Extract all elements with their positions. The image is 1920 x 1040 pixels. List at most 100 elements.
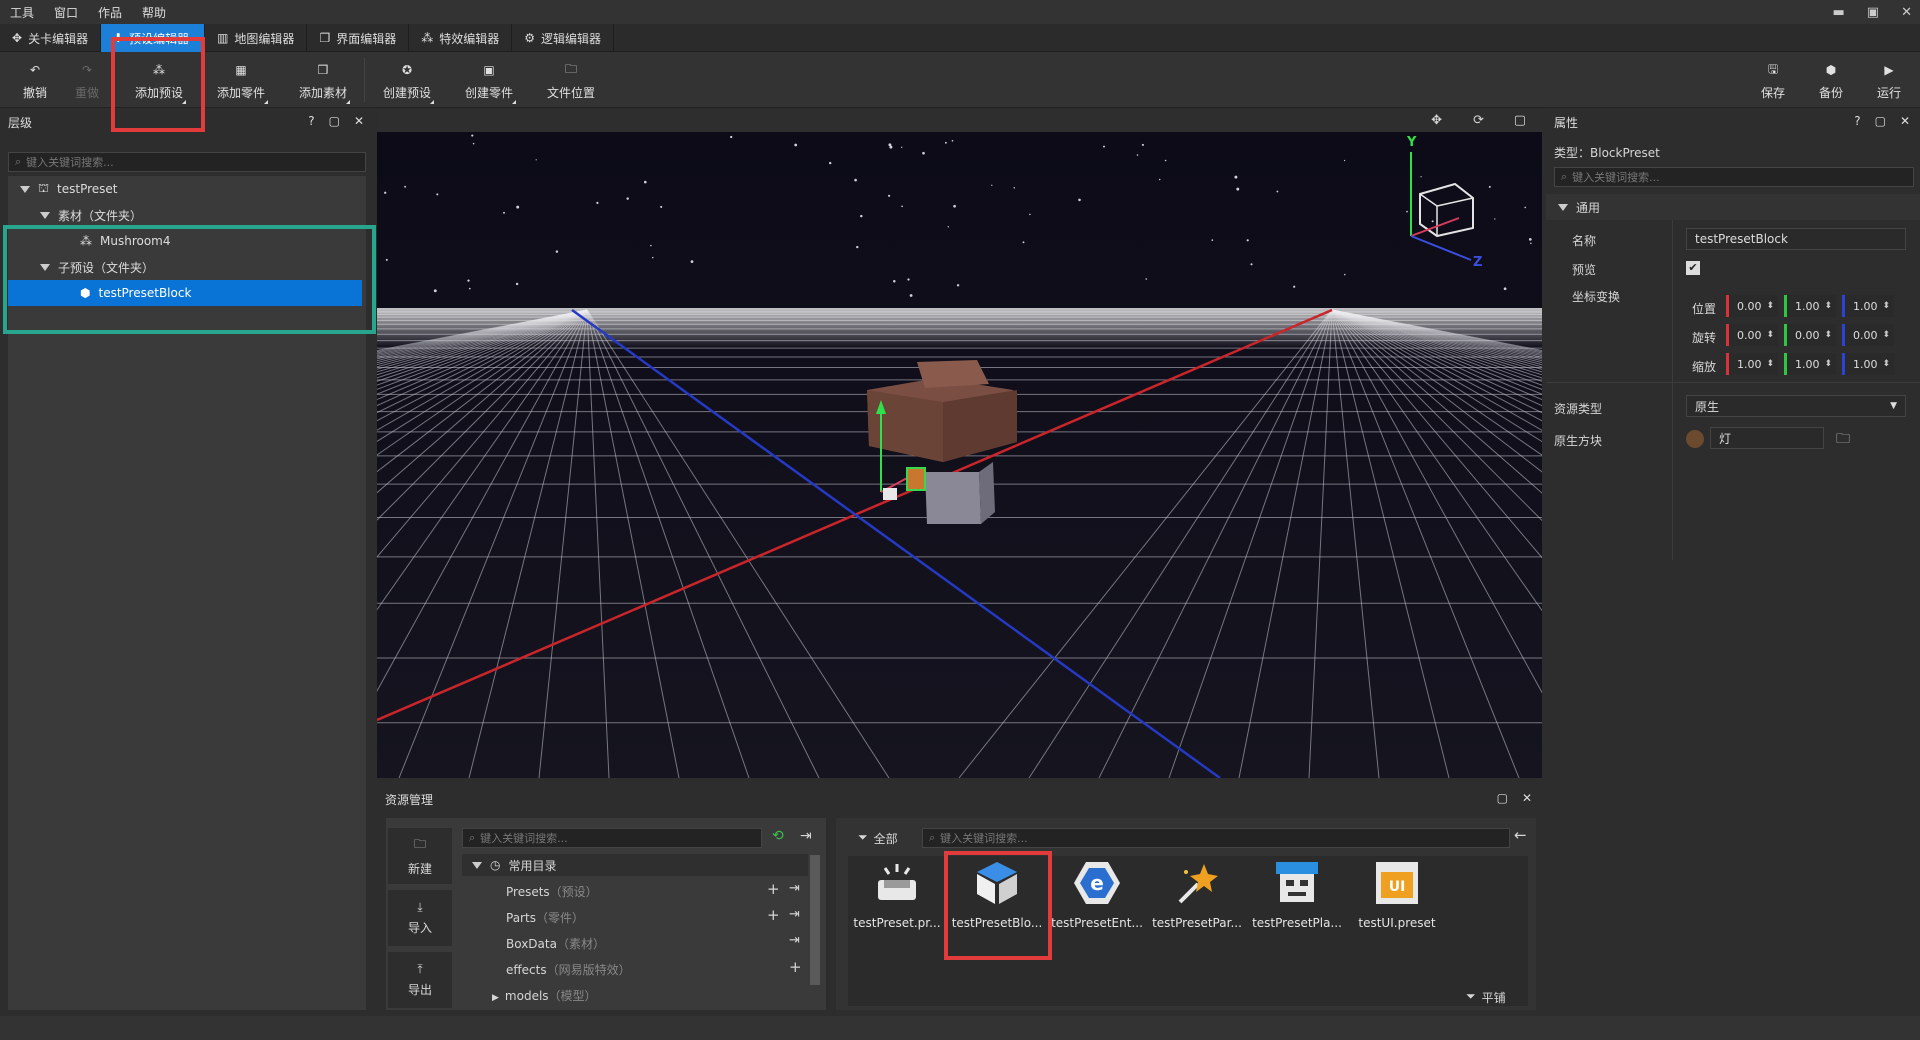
add-icon[interactable]: + [767,906,780,924]
maximize-viewport-icon[interactable]: ▢ [1514,113,1526,128]
tree-item-boxdata[interactable]: BoxData（素材） [506,935,605,952]
spin-icon[interactable]: ⬍ [1882,301,1890,311]
rotation-y-field[interactable]: 0.00 ⬍ [1784,324,1836,346]
move-tool-icon[interactable]: ✥ [1431,113,1442,128]
position-z-field[interactable]: 1.00 ⬍ [1842,295,1894,317]
spin-icon[interactable]: ⬍ [1766,330,1774,340]
close-icon[interactable]: ✕ [1900,114,1910,128]
spin-icon[interactable]: ⬍ [1766,301,1774,311]
expand-right-icon: ▶ [492,993,499,1003]
help-icon[interactable]: ? [308,114,314,128]
flat-view-toggle[interactable]: ⏷ 平铺 [1466,989,1506,1006]
menu-help[interactable]: 帮助 [132,4,176,21]
folder-icon[interactable]: 🗀 [1836,428,1850,452]
menu-works[interactable]: 作品 [88,4,132,21]
position-y-field[interactable]: 1.00 ⬍ [1784,295,1836,317]
name-field[interactable]: testPresetBlock [1686,228,1906,250]
tree-scrollbar[interactable] [810,855,820,985]
open-icon[interactable]: ⇥ [789,881,800,896]
close-icon[interactable]: ✕ [1522,791,1532,805]
resource-type-select[interactable]: 原生 ▼ [1686,395,1906,417]
file-location-button[interactable]: 🗀 文件位置 [536,56,606,106]
tree-item-parts[interactable]: Parts（零件） [506,909,584,926]
tab-logic-editor[interactable]: ⚙ 逻辑编辑器 [512,24,615,52]
asset-item-testpreset[interactable]: testPreset.pr... [850,858,944,958]
spin-icon[interactable]: ⬍ [1824,330,1832,340]
new-button[interactable]: 🗀 新建 [388,828,452,884]
hierarchy-panel-tools: ? ▢ ✕ [308,114,364,128]
expand-arrow-icon[interactable] [20,185,30,193]
section-general[interactable]: 通用 [1546,194,1920,220]
scene-viewport[interactable]: Y Z [377,132,1542,778]
add-icon[interactable]: + [767,880,780,898]
tree-item-presets[interactable]: Presets（预设） [506,883,598,900]
create-preset-button[interactable]: ✪ 创建预设 [372,56,442,106]
scale-x-field[interactable]: 1.00 ⬍ [1726,353,1778,375]
asset-tree-search-input[interactable]: ⌕ 键入关键词搜索... [462,828,762,848]
asset-item-testui[interactable]: UI testUI.preset [1350,858,1444,958]
hierarchy-search-input[interactable]: ⌕ 键入关键词搜索... [8,152,366,172]
create-preset-icon: ✪ [401,63,413,77]
dropdown-caret-icon [264,100,268,104]
spin-icon[interactable]: ⬍ [1824,359,1832,369]
tree-root-row[interactable]: ◷ 常用目录 [462,854,808,876]
spin-icon[interactable]: ⬍ [1882,330,1890,340]
add-icon[interactable]: + [789,958,802,976]
rotation-x-field[interactable]: 0.00 ⬍ [1726,324,1778,346]
open-icon[interactable]: ⇥ [789,933,800,948]
float-icon[interactable]: ▢ [1497,791,1508,805]
menu-window[interactable]: 窗口 [44,4,88,21]
position-x-field[interactable]: 0.00 ⬍ [1726,295,1778,317]
resource-type-value: 原生 [1695,399,1720,414]
menu-tools[interactable]: 工具 [0,4,44,21]
tab-map-editor[interactable]: ▥ 地图编辑器 [205,24,308,52]
locate-icon[interactable]: ⇥ [800,828,812,844]
rotation-z-field[interactable]: 0.00 ⬍ [1842,324,1894,346]
create-part-button[interactable]: ▣ 创建零件 [454,56,524,106]
float-icon[interactable]: ▢ [1875,114,1886,128]
float-icon[interactable]: ▢ [329,114,340,128]
properties-panel: 属性 ? ▢ ✕ 类型：BlockPreset ⌕ 键入关键词搜索... 通用 … [1546,110,1920,1016]
minimize-button[interactable]: ▬ [1833,5,1845,20]
import-button[interactable]: ⤓ 导入 [388,890,452,946]
add-asset-button[interactable]: ❒ 添加素材 [288,56,358,106]
scene-icon: ⛫ [38,181,50,195]
block-thumbnail-icon [1686,430,1704,448]
close-window-button[interactable]: ✕ [1901,5,1912,20]
asset-grid-search-input[interactable]: ⌕ 键入关键词搜索... [922,828,1510,848]
rotate-tool-icon[interactable]: ⟳ [1473,113,1484,128]
open-icon[interactable]: ⇥ [789,907,800,922]
asset-item-testpresetplayer[interactable]: testPresetPla... [1250,858,1344,958]
spin-icon[interactable]: ⬍ [1882,359,1890,369]
help-icon[interactable]: ? [1854,114,1860,128]
toolbar: ↶ 撤销 ↷ 重做 ⁂ 添加预设 ▦ 添加零件 ❒ 添加素材 ✪ 创建预设 ▣ … [0,52,1920,108]
highlight-testpresetblock-asset [944,851,1052,960]
export-button[interactable]: ⤒ 导出 [388,952,452,1008]
maximize-button[interactable]: ▣ [1867,5,1879,20]
tree-row-testpreset[interactable]: ⛫ testPreset [8,176,366,202]
spin-icon[interactable]: ⬍ [1766,359,1774,369]
properties-search-input[interactable]: ⌕ 键入关键词搜索... [1554,167,1914,187]
window-icon: ❐ [319,31,331,45]
run-button[interactable]: ▶ 运行 [1854,56,1920,106]
tab-level-editor[interactable]: ✥ 关卡编辑器 [0,24,102,52]
tree-item-effects[interactable]: effects（网易版特效） [506,961,631,978]
scale-z-field[interactable]: 1.00 ⬍ [1842,353,1894,375]
tab-effects-editor[interactable]: ⁂ 特效编辑器 [409,24,513,52]
toolbar-divider [364,58,365,102]
tab-ui-editor[interactable]: ❐ 界面编辑器 [307,24,410,52]
spin-icon[interactable]: ⬍ [1824,301,1832,311]
close-icon[interactable]: ✕ [354,114,364,128]
preview-checkbox[interactable]: ✔ [1686,261,1700,275]
refresh-filter-icon[interactable]: ⟲ [772,828,784,844]
asset-item-testpresetparticle[interactable]: testPresetPar... [1150,858,1244,958]
expand-arrow-icon[interactable] [40,211,50,219]
asset-panel-tools: ▢ ✕ [1497,791,1532,805]
tree-item-models[interactable]: ▶ models（模型） [492,987,597,1004]
filter-all-button[interactable]: ⏷ 全部 [858,830,898,847]
back-arrow-icon[interactable]: ← [1514,826,1527,844]
native-block-field[interactable]: 灯 [1710,427,1824,449]
scale-y-field[interactable]: 1.00 ⬍ [1784,353,1836,375]
asset-item-testpresetentity[interactable]: e testPresetEnt... [1050,858,1144,958]
add-part-button[interactable]: ▦ 添加零件 [206,56,276,106]
